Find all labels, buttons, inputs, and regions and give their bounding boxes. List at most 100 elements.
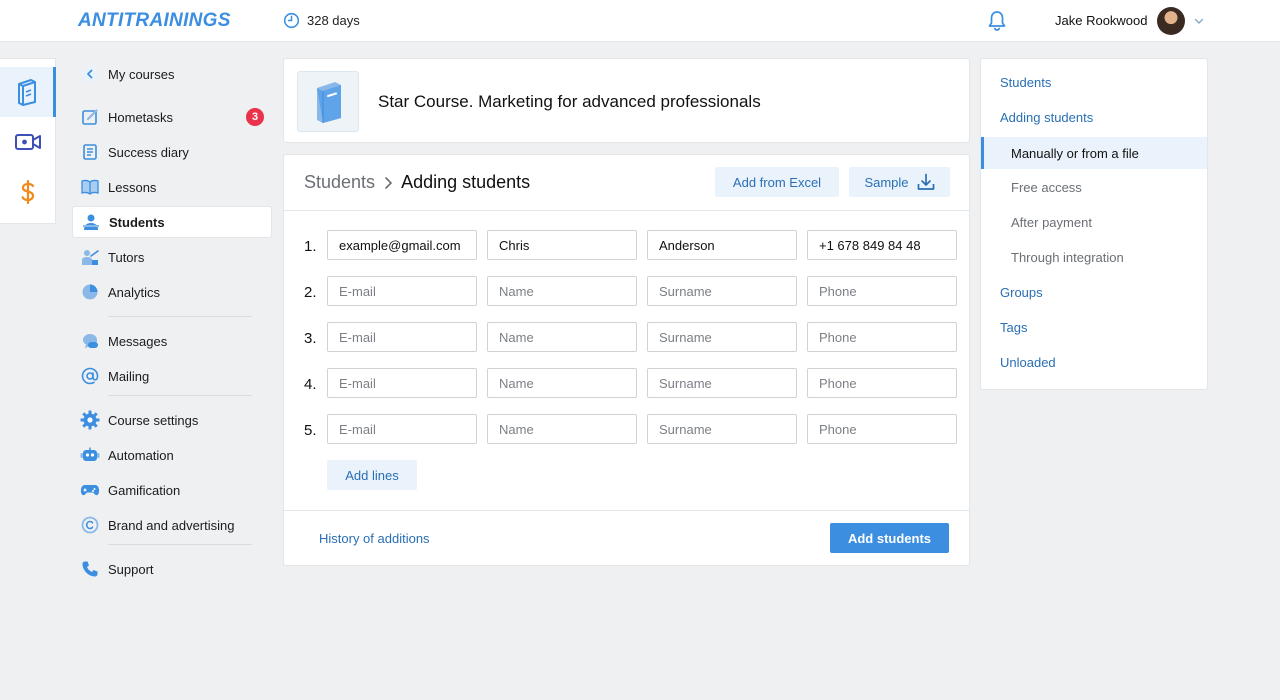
sample-label: Sample <box>864 174 909 190</box>
user-name[interactable]: Jake Rookwood <box>1055 13 1148 28</box>
sidebar-item-messages[interactable]: Messages <box>72 325 272 357</box>
sidebar-item-tutors[interactable]: Tutors <box>72 241 272 273</box>
name-field[interactable] <box>487 368 637 398</box>
phone-field[interactable] <box>807 368 957 398</box>
row-number: 1. <box>304 238 317 255</box>
help-item-unloaded[interactable]: Unloaded <box>981 346 1207 378</box>
hometasks-count-badge: 3 <box>246 108 264 126</box>
row-number: 2. <box>304 284 317 301</box>
email-field[interactable] <box>327 414 477 444</box>
module-rail <box>0 58 56 224</box>
sidebar-item-students[interactable]: Students <box>72 206 272 238</box>
video-camera-icon <box>15 134 41 150</box>
students-icon <box>81 212 101 232</box>
sidebar-divider <box>108 316 252 317</box>
help-item-students[interactable]: Students <box>981 66 1207 98</box>
sidebar-item-gamification[interactable]: Gamification <box>72 474 272 506</box>
hometask-icon <box>80 107 100 127</box>
sidebar-item-lessons[interactable]: Lessons <box>72 171 272 203</box>
gear-icon <box>80 410 100 430</box>
download-icon <box>917 173 934 190</box>
sidebar-item-hometasks[interactable]: Hometasks 3 <box>72 101 272 133</box>
name-field[interactable] <box>487 414 637 444</box>
sidebar-item-label: Course settings <box>108 412 199 428</box>
course-header-card: Star Course. Marketing for advanced prof… <box>283 58 970 143</box>
sidebar-item-label: Automation <box>108 447 174 463</box>
rail-item-finance[interactable] <box>0 167 56 217</box>
phone-field[interactable] <box>807 322 957 352</box>
sidebar-item-support[interactable]: Support <box>72 553 272 585</box>
analytics-icon <box>80 282 100 302</box>
sidebar-item-label: Hometasks <box>108 109 174 125</box>
breadcrumb-current: Adding students <box>401 172 531 192</box>
surname-field[interactable] <box>647 414 797 444</box>
rail-item-courses[interactable] <box>0 67 56 117</box>
diary-icon <box>80 142 100 162</box>
dollar-icon <box>21 179 35 205</box>
help-item-after-payment[interactable]: After payment <box>981 206 1207 238</box>
sidebar-item-label: Lessons <box>108 179 157 195</box>
add-from-excel-button[interactable]: Add from Excel <box>715 167 839 197</box>
help-item-manually-or-from-file[interactable]: Manually or from a file <box>981 137 1207 169</box>
sidebar-item-label: Tutors <box>108 249 145 265</box>
sidebar-divider <box>108 544 252 545</box>
surname-field[interactable] <box>647 230 797 260</box>
bell-icon[interactable] <box>987 10 1007 32</box>
surname-field[interactable] <box>647 368 797 398</box>
book-icon <box>17 79 36 106</box>
add-lines-button[interactable]: Add lines <box>327 460 417 490</box>
history-of-additions-link[interactable]: History of additions <box>319 531 430 546</box>
help-item-through-integration[interactable]: Through integration <box>981 241 1207 273</box>
clock-icon <box>283 12 300 29</box>
adding-students-card: Students Adding students Add from Excel … <box>283 154 970 566</box>
top-bar: ANTITRAININGS 328 days Jake Rookwood <box>0 0 1280 42</box>
help-item-tags[interactable]: Tags <box>981 311 1207 343</box>
help-item-adding-students[interactable]: Adding students <box>981 101 1207 133</box>
subscription-days: 328 days <box>283 12 360 29</box>
add-students-button[interactable]: Add students <box>830 523 949 553</box>
email-field[interactable] <box>327 276 477 306</box>
sidebar-item-label: Analytics <box>108 284 161 300</box>
sidebar-item-label: Brand and advertising <box>108 517 235 533</box>
sidebar-item-label: Gamification <box>108 482 181 498</box>
sidebar-item-analytics[interactable]: Analytics <box>72 276 272 308</box>
help-item-free-access[interactable]: Free access <box>981 171 1207 203</box>
phone-icon <box>80 559 100 579</box>
sidebar-item-brand-advertising[interactable]: Brand and advertising <box>72 509 272 541</box>
breadcrumb-students[interactable]: Students <box>304 172 375 193</box>
chevron-left-icon <box>80 64 100 84</box>
app-logo[interactable]: ANTITRAININGS <box>78 10 231 32</box>
copyright-icon <box>80 515 100 535</box>
name-field[interactable] <box>487 276 637 306</box>
phone-field[interactable] <box>807 414 957 444</box>
rail-item-webinars[interactable] <box>0 117 56 167</box>
back-to-courses[interactable]: My courses <box>72 58 272 90</box>
sidebar-item-label: Success diary <box>108 144 189 160</box>
email-field[interactable] <box>327 368 477 398</box>
phone-field[interactable] <box>807 276 957 306</box>
gamepad-icon <box>80 480 100 500</box>
name-field[interactable] <box>487 230 637 260</box>
email-field[interactable] <box>327 322 477 352</box>
name-field[interactable] <box>487 322 637 352</box>
lessons-icon <box>80 177 100 197</box>
back-label: My courses <box>108 66 175 82</box>
help-item-groups[interactable]: Groups <box>981 276 1207 308</box>
sidebar-item-automation[interactable]: Automation <box>72 439 272 471</box>
surname-field[interactable] <box>647 276 797 306</box>
header-separator <box>284 210 969 211</box>
footer-separator <box>284 510 969 511</box>
mailing-icon <box>80 366 100 386</box>
sidebar-item-course-settings[interactable]: Course settings <box>72 404 272 436</box>
email-field[interactable] <box>327 230 477 260</box>
avatar[interactable] <box>1157 7 1185 35</box>
sample-button[interactable]: Sample <box>849 167 950 197</box>
surname-field[interactable] <box>647 322 797 352</box>
sidebar-item-label: Messages <box>108 333 168 349</box>
chevron-down-icon[interactable] <box>1194 16 1204 26</box>
sidebar-item-success-diary[interactable]: Success diary <box>72 136 272 168</box>
phone-field[interactable] <box>807 230 957 260</box>
tutors-icon <box>80 247 100 267</box>
course-thumbnail <box>297 71 359 132</box>
sidebar-item-mailing[interactable]: Mailing <box>72 360 272 392</box>
